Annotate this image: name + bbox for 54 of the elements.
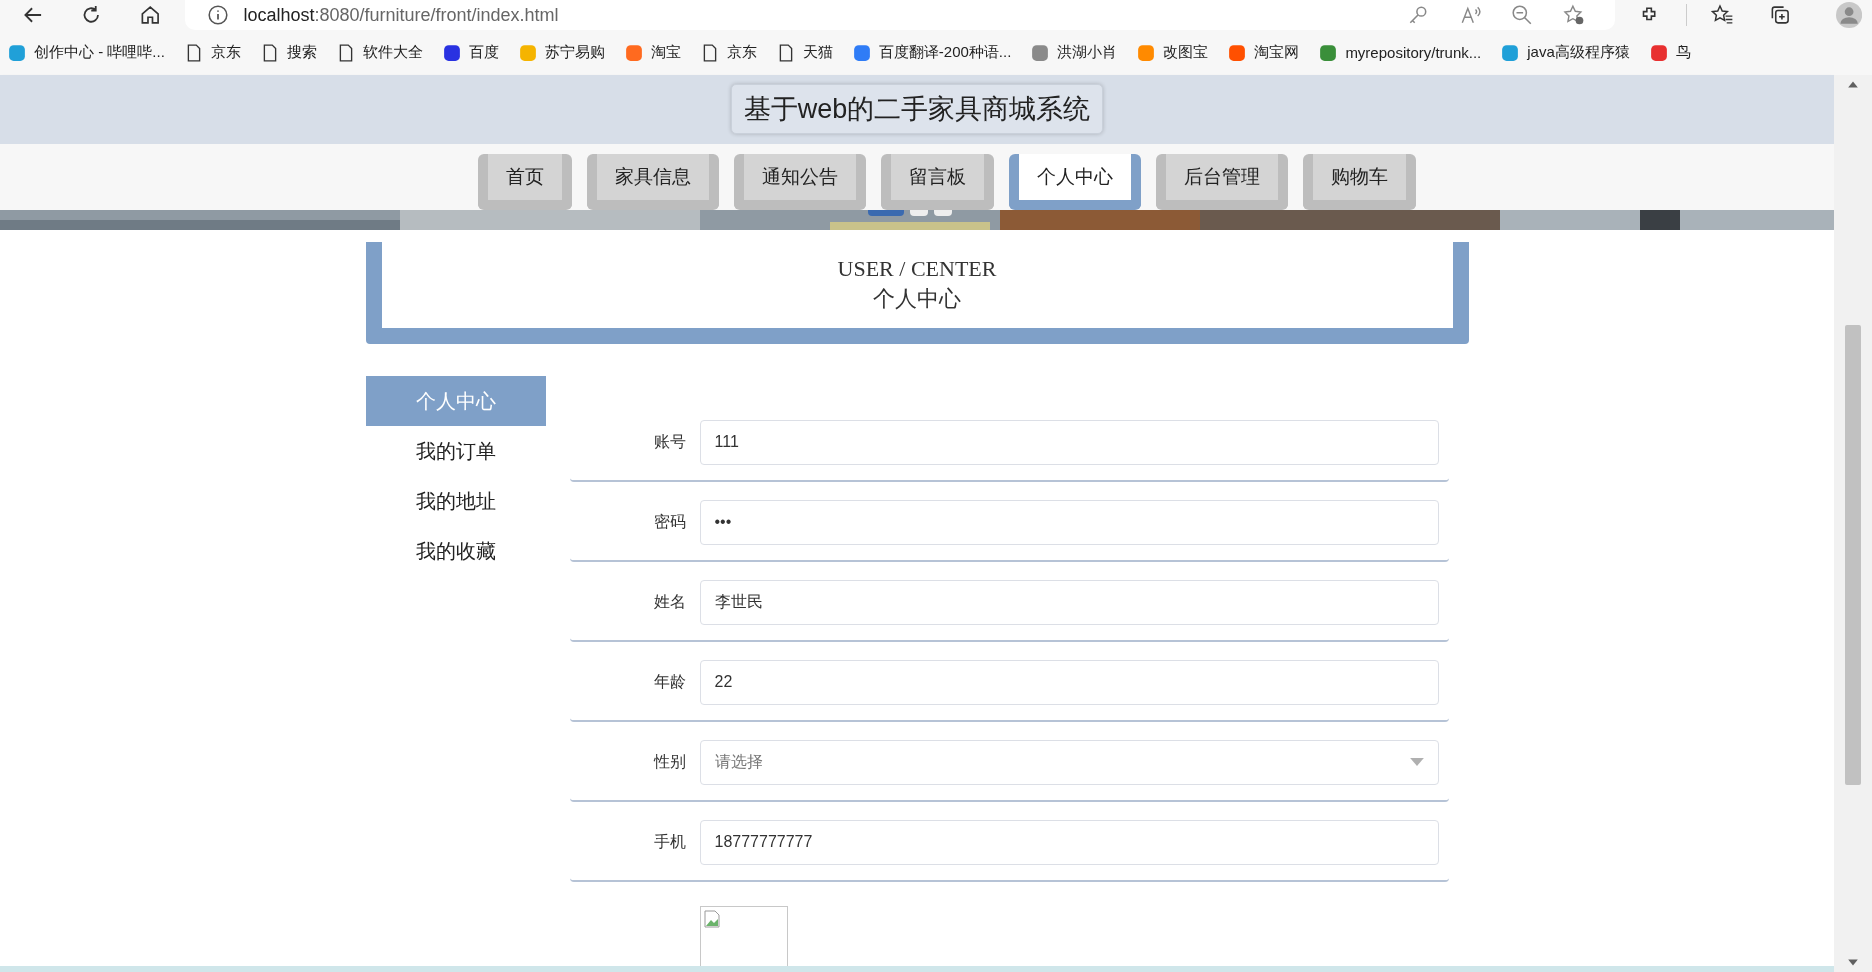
bookmark[interactable]: 创作中心 - 哔哩哔... [8, 43, 165, 62]
bookmark[interactable]: 淘宝网 [1228, 43, 1300, 62]
collections-icon[interactable] [1769, 3, 1792, 27]
url-text: localhost:8080/furniture/front/index.html [243, 4, 559, 26]
caret-icon [1409, 758, 1424, 767]
nav-tab[interactable]: 家具信息 [587, 153, 719, 210]
nav-tab[interactable]: 留言板 [881, 153, 994, 210]
field-label: 账号 [652, 431, 686, 452]
bookmark[interactable]: java高级程序猿 [1501, 43, 1630, 62]
site-title: 基于web的二手家具商城系统 [730, 84, 1104, 135]
star-add-icon[interactable] [1563, 4, 1586, 26]
favorites-icon[interactable] [1710, 3, 1734, 27]
input-field[interactable]: 22 [699, 659, 1439, 705]
field-label: 密码 [652, 511, 686, 532]
input-field[interactable]: 18777777777 [699, 819, 1439, 865]
scrollbar-thumb[interactable] [1845, 325, 1861, 785]
info-icon[interactable] [207, 4, 230, 26]
nav-tab[interactable]: 首页 [478, 153, 572, 210]
address-bar[interactable]: localhost:8080/furniture/front/index.html [185, 0, 1616, 30]
field-label: 姓名 [652, 591, 686, 612]
bookmark[interactable]: 京东 [700, 43, 757, 62]
bookmark[interactable]: 改图宝 [1137, 43, 1209, 62]
field-label: 年龄 [652, 671, 686, 692]
section-title: 个人中心 [873, 285, 961, 314]
bookmark[interactable]: 淘宝 [624, 43, 681, 62]
bookmark[interactable]: 苏宁易购 [518, 43, 605, 62]
bookmark[interactable]: 洪湖小肖 [1031, 43, 1118, 62]
side-menu-item[interactable]: 我的收藏 [365, 526, 546, 577]
nav-tab[interactable]: 个人中心 [1009, 153, 1141, 210]
nav-tab[interactable]: 通知公告 [734, 153, 866, 210]
field-label: 手机 [652, 831, 686, 852]
zoom-out-icon[interactable] [1511, 4, 1534, 26]
bookmark[interactable]: 软件大全 [336, 43, 423, 62]
bookmark[interactable]: 百度翻译-200种语... [852, 43, 1012, 62]
profile-icon[interactable] [1835, 1, 1862, 29]
bookmark[interactable]: 百度 [442, 43, 499, 62]
input-field[interactable]: 李世民 [699, 579, 1439, 625]
nav-tab[interactable]: 后台管理 [1156, 153, 1288, 210]
field-label: 性别 [652, 751, 686, 772]
input-field[interactable]: ••• [699, 499, 1439, 545]
bookmark[interactable]: 鸟 [1649, 43, 1691, 62]
broken-image-icon [703, 910, 720, 929]
section-title-en: USER / CENTER [837, 256, 997, 283]
bookmark[interactable]: myrepository/trunk... [1319, 43, 1482, 62]
read-aloud-icon[interactable] [1459, 4, 1482, 26]
bookmark[interactable]: 天猫 [776, 43, 833, 62]
side-menu-item[interactable]: 我的订单 [365, 426, 546, 477]
input-field[interactable]: 111 [699, 419, 1439, 465]
side-menu-item[interactable]: 我的地址 [365, 476, 546, 527]
nav-tab[interactable]: 购物车 [1303, 153, 1416, 210]
scrollbar[interactable] [1834, 75, 1872, 972]
bookmark[interactable]: 搜索 [260, 43, 317, 62]
bookmark[interactable]: 京东 [184, 43, 241, 62]
select-field[interactable]: 请选择 [699, 739, 1439, 785]
